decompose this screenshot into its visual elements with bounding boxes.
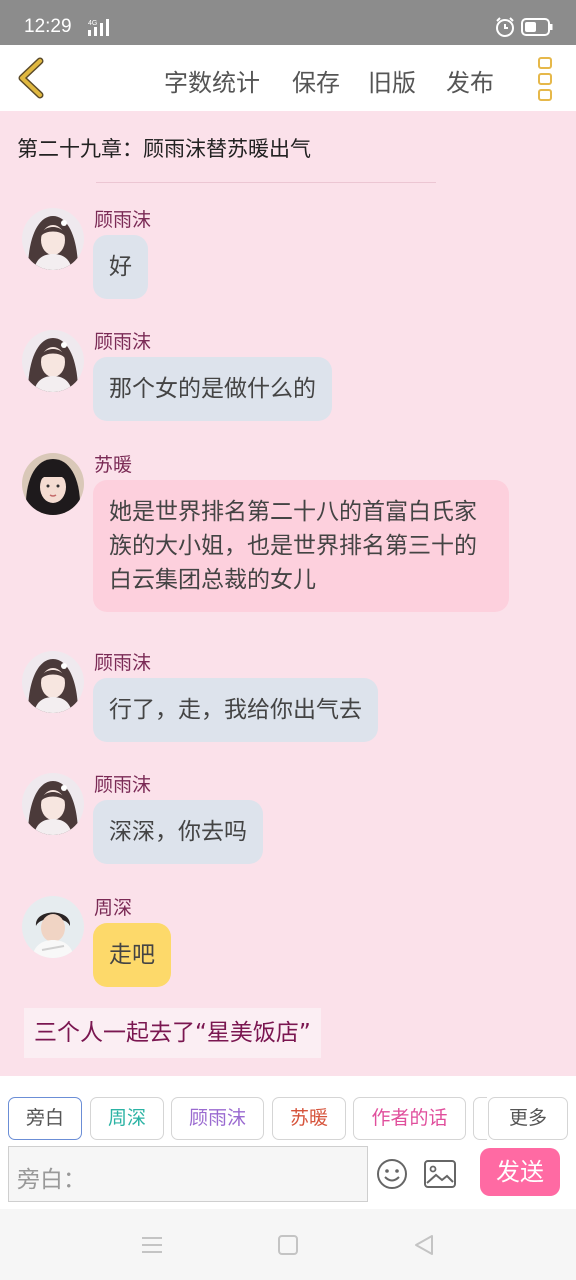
role-chip-label: 顾雨沫 (188, 1107, 246, 1129)
narration-text: 三个人一起去了“星美饭店” (24, 1008, 321, 1058)
role-chip-label: 周深 (107, 1107, 146, 1129)
status-bar: 12:29 4G (0, 0, 576, 45)
role-chip-overflow[interactable] (473, 1097, 487, 1140)
publish-button[interactable]: 发布 (446, 63, 494, 98)
old-version-button[interactable]: 旧版 (368, 63, 416, 98)
avatar-guyumo (22, 330, 84, 392)
editor-toolbar: 字数统计 保存 旧版 发布 (0, 45, 576, 111)
role-chip-label: 作者的话 (371, 1107, 448, 1129)
role-chip-narration[interactable]: 旁白 (8, 1097, 82, 1140)
save-button[interactable]: 保存 (292, 63, 340, 98)
send-button[interactable]: 发送 (480, 1148, 560, 1196)
word-count-button[interactable]: 字数统计 (164, 63, 260, 98)
message-bubble: 走吧 (93, 923, 171, 987)
avatar-guyumo (22, 773, 84, 835)
message-bubble: 行了，走，我给你出气去 (93, 678, 378, 742)
role-chip-guyumo[interactable]: 顾雨沫 (171, 1097, 264, 1140)
sender-name: 顾雨沫 (94, 331, 152, 353)
battery-icon (521, 18, 553, 36)
message-bubble: 那个女的是做什么的 (93, 357, 332, 421)
role-chip-zhoushen[interactable]: 周深 (90, 1097, 164, 1140)
system-nav-bar (0, 1209, 576, 1280)
message-input[interactable]: 旁白： (8, 1146, 368, 1202)
sender-name: 顾雨沫 (94, 209, 152, 231)
back-icon[interactable] (12, 57, 52, 99)
role-chip-author-note[interactable]: 作者的话 (353, 1097, 466, 1140)
role-chip-label: 旁白 (25, 1107, 64, 1129)
message-bubble: 深深，你去吗 (93, 800, 263, 864)
image-icon[interactable] (424, 1160, 456, 1188)
home-icon[interactable] (276, 1233, 300, 1257)
back-nav-icon[interactable] (412, 1233, 436, 1257)
sender-name: 苏暖 (94, 454, 133, 476)
role-chip-label: 苏暖 (289, 1107, 328, 1129)
avatar-guyumo (22, 651, 84, 713)
avatar-guyumo (22, 208, 84, 270)
chapter-title: 第二十九章：顾雨沫替苏暖出气 (17, 137, 311, 161)
alarm-icon (496, 17, 514, 37)
more-menu-icon[interactable] (530, 55, 560, 103)
network-label: 4G (88, 20, 97, 27)
sender-name: 周深 (94, 897, 133, 919)
avatar-zhoushen (22, 896, 84, 958)
sender-name: 顾雨沫 (94, 652, 152, 674)
signal-icon: 4G (88, 19, 109, 36)
more-roles-button[interactable]: 更多 (488, 1097, 568, 1140)
avatar-sunuan (22, 453, 84, 515)
status-time: 12:29 (24, 16, 72, 37)
title-divider (96, 182, 436, 183)
compose-panel: 旁白 周深 顾雨沫 苏暖 作者的话 更多 旁白： 发送 (0, 1076, 576, 1209)
role-chip-sunuan[interactable]: 苏暖 (272, 1097, 346, 1140)
sender-name: 顾雨沫 (94, 774, 152, 796)
emoji-icon[interactable] (376, 1158, 408, 1190)
message-bubble: 她是世界排名第二十八的首富白氏家族的大小姐，也是世界排名第三十的白云集团总裁的女… (93, 480, 509, 612)
menu-icon[interactable] (140, 1233, 164, 1257)
message-bubble: 好 (93, 235, 148, 299)
